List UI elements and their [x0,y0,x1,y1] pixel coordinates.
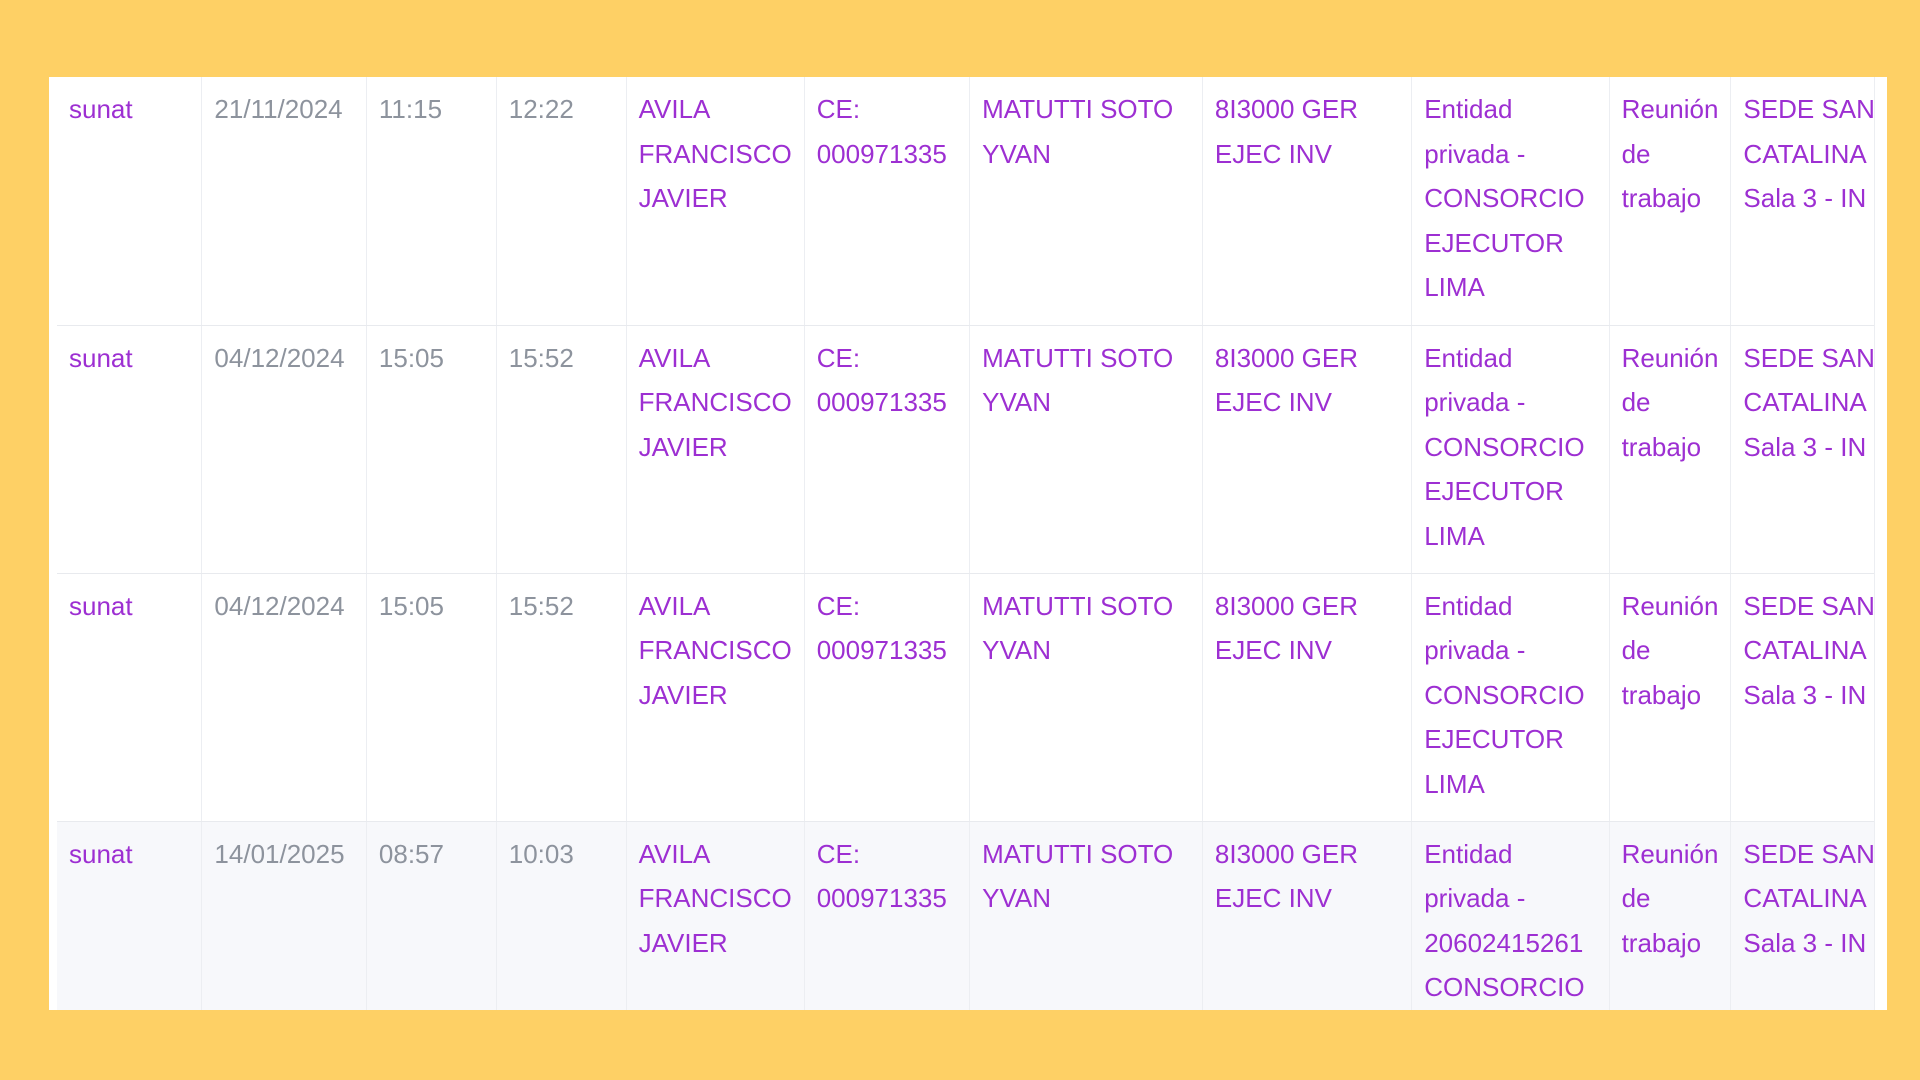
cell-host[interactable]: MATUTTI SOTO YVAN [969,77,1203,326]
table-row[interactable]: sunat 14/01/2025 08:57 10:03 AVILA FRANC… [57,821,1887,1010]
cell-visitor[interactable]: AVILA FRANCISCO JAVIER [625,77,805,326]
cell-entity[interactable]: sunat [57,77,202,326]
cell-start-time: 11:15 [365,77,497,326]
cell-document[interactable]: CE: 000971335 [803,821,970,1010]
cell-entity[interactable]: sunat [57,573,202,822]
cell-end-time: 10:03 [495,821,627,1010]
table-row[interactable]: sunat 04/12/2024 15:05 15:52 AVILA FRANC… [57,573,1887,822]
cell-date: 04/12/2024 [201,325,367,574]
location-line: Sala 3 - IN [1743,183,1867,213]
cell-institution[interactable]: Entidad privada - CONSORCIO EJECUTOR LIM… [1411,325,1610,574]
location-line: Sala 3 - IN [1743,679,1867,710]
location-line: CATALINA [1743,883,1867,913]
location-line: SEDE SAN [1743,94,1875,124]
cell-institution[interactable]: Entidad privada - 20602415261 CONSORCIO [1411,821,1610,1010]
cell-institution[interactable]: Entidad privada - CONSORCIO EJECUTOR LIM… [1411,573,1610,822]
cell-document[interactable]: CE: 000971335 [803,573,970,822]
cell-institution[interactable]: Entidad privada - CONSORCIO EJECUTOR LIM… [1411,77,1610,326]
cell-date: 14/01/2025 [201,821,367,1010]
cell-end-time: 15:52 [495,325,627,574]
location-line: CATALINA [1743,387,1867,417]
cell-host[interactable]: MATUTTI SOTO YVAN [969,573,1203,822]
cell-reason[interactable]: Reunión de trabajo [1608,325,1731,574]
cell-location[interactable]: SEDE SAN CATALINA Sala 3 - IN [1730,821,1887,1010]
cell-office[interactable]: 8I3000 GER EJEC INV [1201,821,1412,1010]
cell-entity[interactable]: sunat [57,821,202,1010]
cell-office[interactable]: 8I3000 GER EJEC INV [1201,573,1412,822]
cell-start-time: 08:57 [365,821,497,1010]
location-line: Sala 3 - IN [1743,927,1867,958]
cell-entity[interactable]: sunat [57,325,202,574]
location-line: SEDE SAN [1743,342,1875,373]
location-line: SEDE SAN [1743,590,1875,621]
table-row[interactable]: sunat 21/11/2024 11:15 12:22 AVILA FRANC… [57,77,1887,326]
cell-visitor[interactable]: AVILA FRANCISCO JAVIER [625,821,805,1010]
visits-table: sunat 21/11/2024 11:15 12:22 AVILA FRANC… [57,77,1887,1010]
cell-host[interactable]: MATUTTI SOTO YVAN [969,325,1203,574]
location-line: SEDE SAN [1743,838,1875,869]
cell-reason[interactable]: Reunión de trabajo [1608,573,1731,822]
cell-location[interactable]: SEDE SAN CATALINA Sala 3 - IN [1730,325,1887,574]
cell-location[interactable]: SEDE SAN CATALINA Sala 3 - IN [1730,77,1887,326]
cell-reason[interactable]: Reunión de trabajo [1608,77,1731,326]
location-line: CATALINA [1743,138,1867,169]
table-row[interactable]: sunat 04/12/2024 15:05 15:52 AVILA FRANC… [57,325,1887,574]
cell-visitor[interactable]: AVILA FRANCISCO JAVIER [625,325,805,574]
cell-document[interactable]: CE: 000971335 [803,325,970,574]
cell-office[interactable]: 8I3000 GER EJEC INV [1201,77,1412,326]
cell-date: 04/12/2024 [201,573,367,822]
location-line: CATALINA [1743,635,1867,665]
vertical-scrollbar[interactable] [1874,77,1887,1010]
cell-start-time: 15:05 [365,573,497,822]
cell-end-time: 12:22 [495,77,627,326]
cell-date: 21/11/2024 [201,77,367,326]
cell-location[interactable]: SEDE SAN CATALINA Sala 3 - IN [1730,573,1887,822]
visits-table-panel: sunat 21/11/2024 11:15 12:22 AVILA FRANC… [49,77,1887,1010]
location-line: Sala 3 - IN [1743,431,1867,462]
cell-visitor[interactable]: AVILA FRANCISCO JAVIER [625,573,805,822]
cell-office[interactable]: 8I3000 GER EJEC INV [1201,325,1412,574]
cell-start-time: 15:05 [365,325,497,574]
cell-end-time: 15:52 [495,573,627,822]
cell-document[interactable]: CE: 000971335 [803,77,970,326]
cell-host[interactable]: MATUTTI SOTO YVAN [969,821,1203,1010]
cell-reason[interactable]: Reunión de trabajo [1608,821,1731,1010]
